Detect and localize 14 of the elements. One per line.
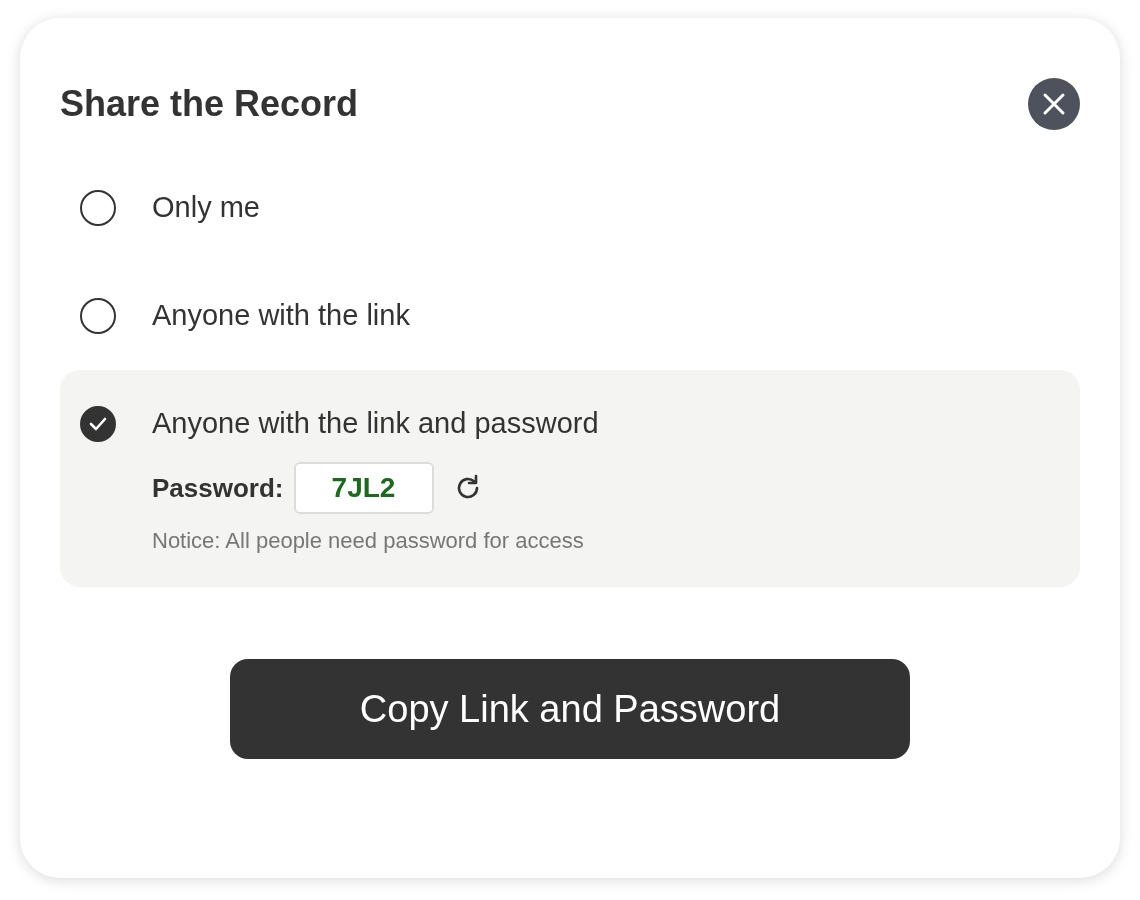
password-label: Password: [152,471,284,505]
dialog-title: Share the Record [60,82,359,126]
copy-link-button[interactable]: Copy Link and Password [230,659,910,759]
check-icon [89,417,107,431]
radio-button[interactable] [80,190,116,226]
option-label[interactable]: Only me [152,186,260,230]
password-field[interactable]: 7JL2 [293,462,434,514]
radio-button[interactable] [80,298,116,334]
close-icon [1042,92,1066,116]
close-button[interactable] [1028,78,1080,130]
notice-text: Notice: All people need password for access [152,527,585,555]
radio-button[interactable] [80,406,116,442]
option-label[interactable]: Anyone with the link and password [152,402,599,446]
option-label[interactable]: Anyone with the link [152,294,410,338]
